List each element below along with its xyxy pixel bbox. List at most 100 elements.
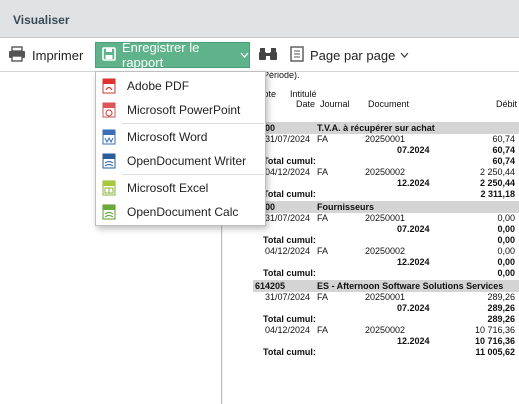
menu-item-label: Adobe PDF bbox=[127, 79, 190, 93]
table-row: 04/12/2024 FA 20250002 10 716,36 bbox=[253, 325, 519, 336]
total-debit: 0,00 bbox=[497, 235, 515, 245]
period-debit: 0,00 bbox=[497, 257, 515, 267]
printer-icon bbox=[8, 45, 26, 65]
odt-icon bbox=[101, 153, 117, 169]
menu-item-label: Microsoft Excel bbox=[127, 181, 209, 195]
entry-document: 20250001 bbox=[365, 292, 406, 302]
header-intitule: Intitulé bbox=[290, 89, 317, 99]
entry-debit: 10 716,36 bbox=[474, 325, 515, 335]
total-label: Total cumul: bbox=[263, 347, 316, 357]
period-subtotal-row: 07.2024 60,74 bbox=[253, 145, 519, 156]
chevron-down-icon bbox=[400, 50, 409, 61]
period-debit: 2 250,44 bbox=[479, 178, 515, 188]
account-group-row: 1000T.V.A. à récupérer sur achat bbox=[253, 122, 519, 134]
page-icon bbox=[290, 45, 304, 65]
period-subtotal-row: 12.2024 2 250,44 bbox=[253, 178, 519, 189]
menu-separator bbox=[122, 174, 264, 175]
account-group-row: 0000Fournisseurs bbox=[253, 201, 519, 213]
entry-journal: FA bbox=[317, 246, 329, 256]
menu-item-powerpoint[interactable]: Microsoft PowerPoint bbox=[96, 98, 265, 122]
entry-journal: FA bbox=[317, 325, 329, 335]
xls-icon bbox=[101, 180, 117, 196]
window-title: Visualiser bbox=[13, 13, 70, 27]
table-row: 31/07/2024 FA 20250001 289,26 bbox=[253, 292, 519, 303]
period-debit: 289,26 bbox=[487, 303, 515, 313]
total-label: Total cumul: bbox=[263, 156, 316, 166]
floppy-disk-icon bbox=[102, 46, 116, 64]
entry-debit: 60,74 bbox=[492, 134, 515, 144]
entry-document: 20250002 bbox=[365, 167, 406, 177]
entry-journal: FA bbox=[317, 292, 329, 302]
menu-item-label: Microsoft PowerPoint bbox=[127, 103, 241, 117]
table-row: 04/12/2024 FA 20250002 2 250,44 bbox=[253, 167, 519, 178]
ppt-icon bbox=[101, 102, 117, 118]
find-button[interactable] bbox=[258, 42, 284, 68]
period-label: 07.2024 bbox=[397, 145, 430, 155]
save-report-label: Enregistrer le rapport bbox=[122, 40, 200, 70]
entry-journal: FA bbox=[317, 167, 329, 177]
header-debit: Débit bbox=[495, 99, 517, 109]
entry-document: 20250002 bbox=[365, 325, 406, 335]
total-row: Total cumul: 60,74 bbox=[253, 156, 519, 167]
period-debit: 60,74 bbox=[492, 145, 515, 155]
pdf-icon bbox=[101, 78, 117, 94]
period-debit: 10 716,36 bbox=[474, 336, 515, 346]
doc-icon bbox=[101, 129, 117, 145]
menu-item-word[interactable]: Microsoft Word bbox=[96, 125, 265, 149]
print-button[interactable]: Imprimer bbox=[8, 42, 83, 68]
entry-document: 20250001 bbox=[365, 213, 406, 223]
menu-separator bbox=[122, 123, 264, 124]
period-label: 07.2024 bbox=[397, 303, 430, 313]
page-mode-dropdown[interactable]: Page par page bbox=[290, 42, 409, 68]
entry-date: 31/07/2024 bbox=[265, 213, 311, 223]
period-subtotal-row: 12.2024 10 716,36 bbox=[253, 336, 519, 347]
menu-item-odt[interactable]: OpenDocument Writer bbox=[96, 149, 265, 173]
header-date: Date bbox=[296, 99, 316, 109]
header-journal: Journal bbox=[320, 99, 350, 109]
entry-journal: FA bbox=[317, 134, 329, 144]
period-label: 12.2024 bbox=[397, 336, 430, 346]
binoculars-icon bbox=[258, 46, 278, 65]
entry-debit: 2 250,44 bbox=[479, 167, 515, 177]
total-label: Total cumul: bbox=[263, 268, 316, 278]
table-row: 31/07/2024 FA 20250001 60,74 bbox=[253, 134, 519, 145]
account-number: 614205 bbox=[255, 281, 286, 291]
total-label: Total cumul: bbox=[263, 189, 316, 199]
menu-item-ods[interactable]: OpenDocument Calc bbox=[96, 200, 265, 224]
menu-item-label: OpenDocument Writer bbox=[127, 154, 247, 168]
total-debit: 11 005,62 bbox=[475, 347, 515, 357]
total-debit: 2 311,18 bbox=[480, 189, 515, 199]
account-label: Fournisseurs bbox=[317, 202, 375, 212]
total-row: Total cumul: 0,00 bbox=[253, 268, 519, 279]
period-debit: 0,00 bbox=[497, 224, 515, 234]
chevron-down-icon bbox=[240, 50, 249, 61]
entry-date: 04/12/2024 bbox=[265, 325, 311, 335]
account-label: T.V.A. à récupérer sur achat bbox=[317, 123, 435, 133]
period-subtotal-row: 07.2024 0,00 bbox=[253, 224, 519, 235]
total-row: Total cumul: 2 311,18 bbox=[253, 189, 519, 200]
print-label: Imprimer bbox=[32, 47, 84, 63]
entry-date: 31/07/2024 bbox=[265, 292, 311, 302]
total-row: Total cumul: 11 005,62 bbox=[253, 347, 519, 358]
save-format-menu: Adobe PDF Microsoft PowerPoint Microsoft… bbox=[95, 71, 266, 226]
ods-icon bbox=[101, 204, 117, 220]
account-group-row: 614205 ES - Afternoon Software Solutions … bbox=[253, 280, 519, 292]
entry-date: 04/12/2024 bbox=[265, 167, 311, 177]
table-row: 31/07/2024 FA 20250001 0,00 bbox=[253, 213, 519, 224]
header-document: Document bbox=[368, 99, 410, 109]
entry-document: 20250001 bbox=[365, 134, 406, 144]
save-report-button[interactable]: Enregistrer le rapport bbox=[95, 40, 250, 70]
report-preview[interactable]: Période). mpte Intitulé Date Journal Doc… bbox=[223, 72, 519, 404]
account-label: ES - Afternoon Software Solutions Servic… bbox=[317, 281, 504, 291]
menu-item-excel[interactable]: Microsoft Excel bbox=[96, 176, 265, 200]
period-label: 12.2024 bbox=[397, 257, 430, 267]
page-mode-label: Page par page bbox=[310, 47, 396, 63]
entry-document: 20250002 bbox=[365, 246, 406, 256]
period-label: 07.2024 bbox=[397, 224, 430, 234]
period-subtotal-row: 12.2024 0,00 bbox=[253, 257, 519, 268]
entry-journal: FA bbox=[317, 213, 329, 223]
period-subtotal-row: 07.2024 289,26 bbox=[253, 303, 519, 314]
menu-item-pdf[interactable]: Adobe PDF bbox=[96, 74, 265, 98]
total-debit: 0,00 bbox=[497, 268, 515, 278]
toolbar: Imprimer Enregistrer le rapport Page par… bbox=[0, 38, 519, 72]
